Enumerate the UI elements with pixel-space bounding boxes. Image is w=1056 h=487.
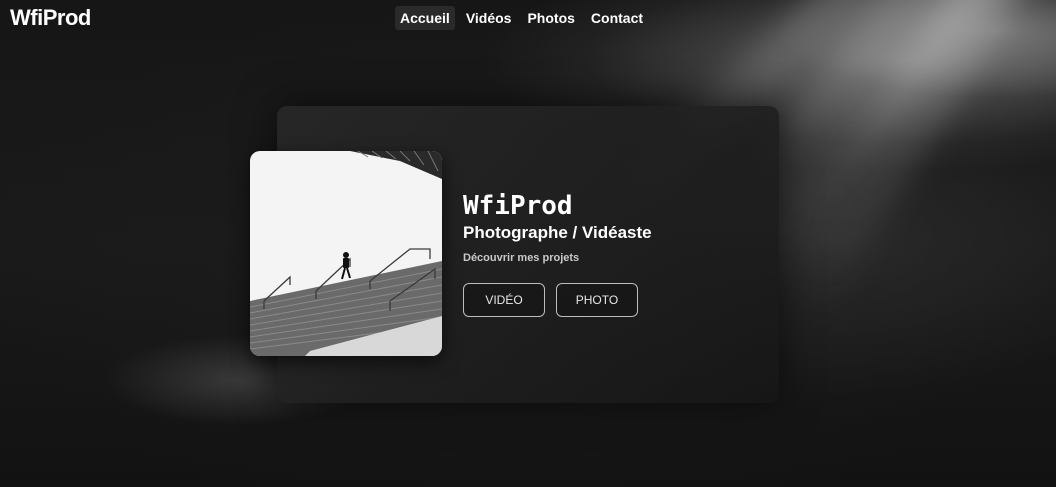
stairs-photo-image — [250, 151, 442, 356]
hero-subtitle: Photographe / Vidéaste — [463, 223, 652, 242]
hero-photo — [250, 151, 442, 356]
hero-title: WfiProd — [463, 191, 573, 221]
navbar: WfiProd Accueil Vidéos Photos Contact — [0, 0, 1056, 36]
photo-button[interactable]: PHOTO — [556, 283, 638, 317]
main-nav: Accueil Vidéos Photos Contact — [395, 6, 648, 30]
nav-link-contact[interactable]: Contact — [586, 6, 648, 30]
nav-link-accueil[interactable]: Accueil — [395, 6, 455, 30]
video-button[interactable]: VIDÉO — [463, 283, 545, 317]
nav-link-photos[interactable]: Photos — [522, 6, 579, 30]
nav-link-videos[interactable]: Vidéos — [461, 6, 517, 30]
hero-tagline[interactable]: Découvrir mes projets — [463, 252, 579, 264]
site-logo[interactable]: WfiProd — [10, 5, 91, 31]
